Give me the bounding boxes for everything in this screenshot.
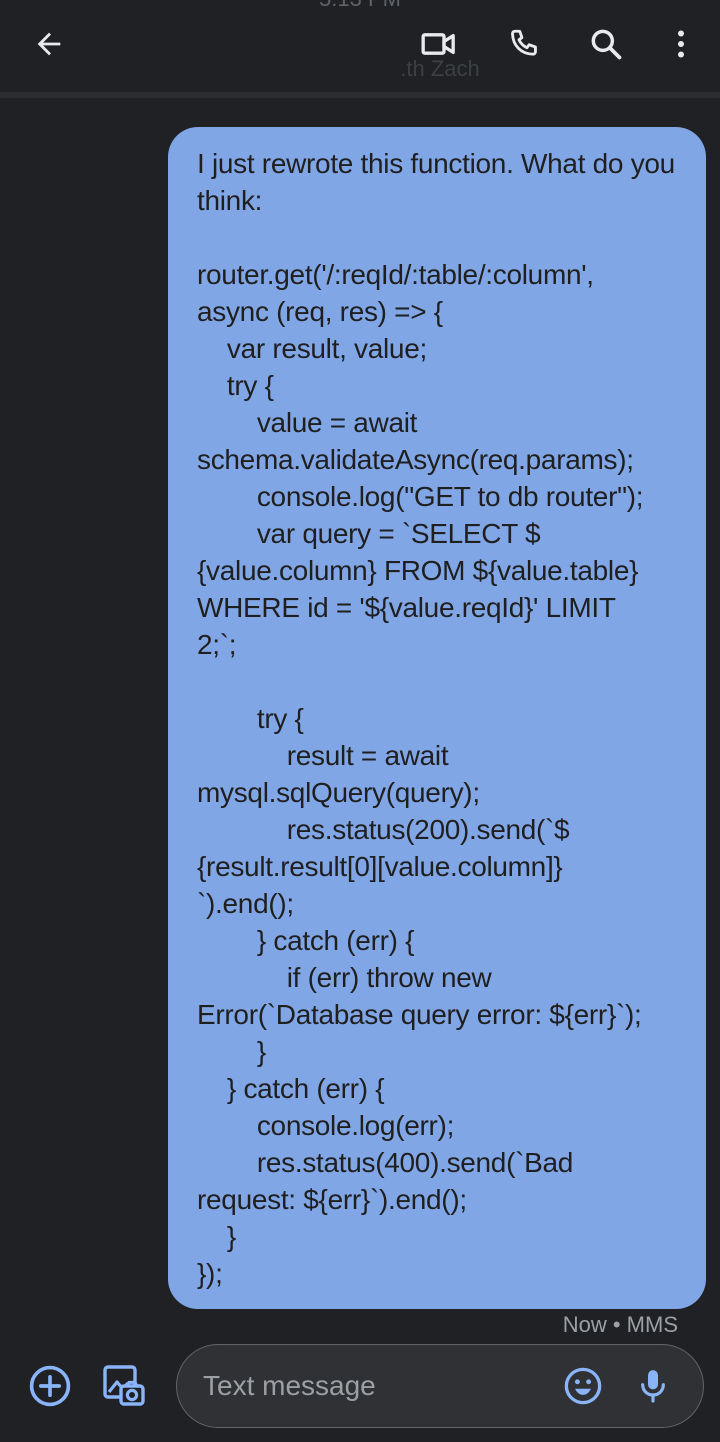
- video-camera-icon: [421, 33, 455, 55]
- phone-icon: [511, 29, 537, 56]
- outgoing-message-bubble[interactable]: I just rewrote this function. What do yo…: [168, 127, 706, 1309]
- gallery-camera-icon: [103, 1365, 145, 1406]
- add-attachment-button[interactable]: [24, 1360, 76, 1412]
- emoji-icon: [564, 1367, 602, 1405]
- message-status: Now • MMS: [562, 1312, 678, 1337]
- more-options-button[interactable]: [655, 18, 707, 70]
- gallery-button[interactable]: [98, 1360, 150, 1412]
- microphone-icon: [641, 1370, 665, 1403]
- emoji-button[interactable]: [557, 1360, 609, 1412]
- search-button[interactable]: [580, 18, 632, 70]
- back-button[interactable]: [23, 18, 75, 70]
- voice-call-button[interactable]: [497, 18, 549, 70]
- add-circle-icon: [29, 1365, 71, 1407]
- video-call-button[interactable]: [413, 18, 465, 70]
- message-text: I just rewrote this function. What do yo…: [197, 148, 675, 1289]
- status-time: 5:13 PM: [0, 0, 720, 12]
- search-icon: [591, 29, 622, 60]
- app-bar-divider: [0, 92, 720, 98]
- message-input[interactable]: Text message: [176, 1344, 704, 1428]
- more-vertical-icon: [678, 30, 684, 58]
- message-input-placeholder: Text message: [203, 1370, 376, 1401]
- voice-input-button[interactable]: [627, 1360, 679, 1412]
- arrow-back-icon: [37, 32, 61, 56]
- app-bar: 5:13 PM .th Zach: [0, 0, 720, 92]
